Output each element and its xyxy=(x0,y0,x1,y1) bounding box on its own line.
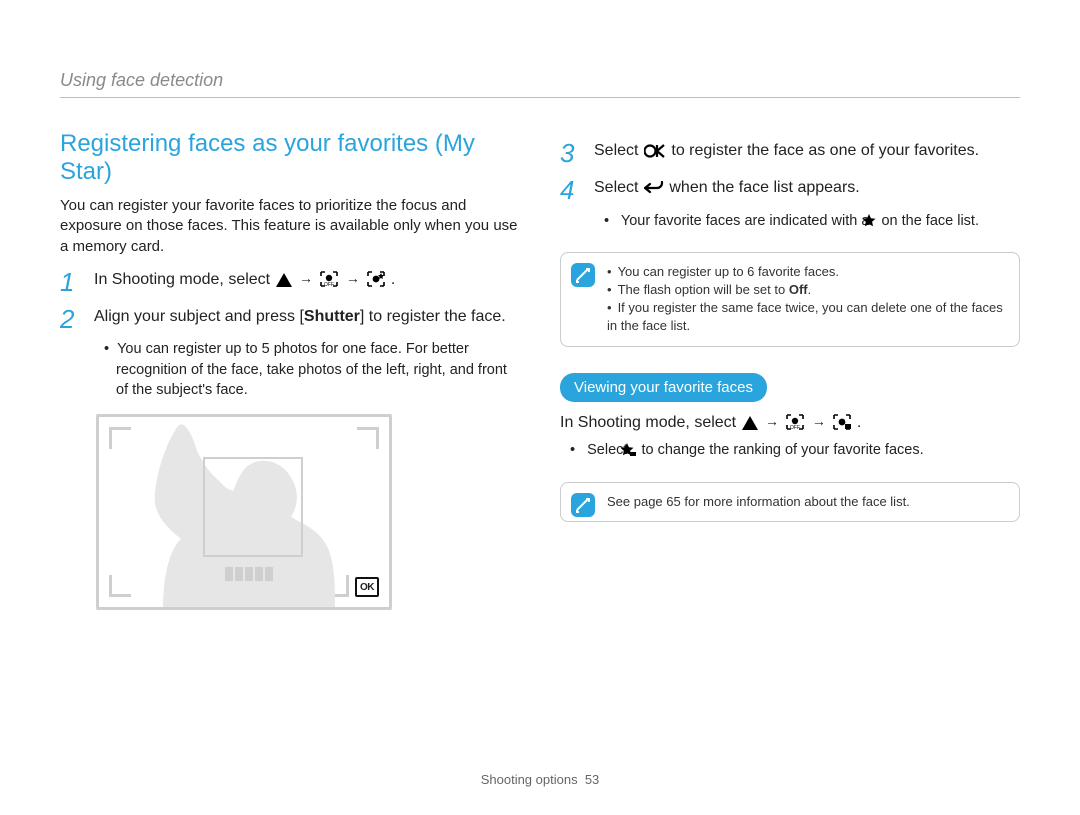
left-column: Registering faces as your favorites (My … xyxy=(60,130,520,610)
shutter-label: Shutter xyxy=(304,308,360,325)
step-2: 2 Align your subject and press [Shutter]… xyxy=(60,306,520,333)
step-body: In Shooting mode, select → OFF → . xyxy=(94,269,395,294)
step-1: 1 In Shooting mode, select → OFF → . xyxy=(60,269,520,296)
note-item: If you register the same face twice, you… xyxy=(607,299,1005,335)
text: In Shooting mode, select xyxy=(94,271,275,288)
note-item: You can register up to 6 favorite faces. xyxy=(607,263,1005,281)
capture-progress xyxy=(225,567,273,581)
step-number: 3 xyxy=(560,140,584,167)
bullet: You can register up to 5 photos for one … xyxy=(60,339,520,400)
text: Select xyxy=(594,142,643,159)
step-number: 1 xyxy=(60,269,84,296)
text: . xyxy=(391,271,395,288)
step-body: Select when the face list appears. xyxy=(594,177,860,202)
arrow-icon: → xyxy=(299,269,313,288)
step-4: 4 Select when the face list appears. xyxy=(560,177,1020,204)
up-triangle-icon xyxy=(276,272,292,294)
text: ] to register the face. xyxy=(360,308,506,325)
star-edit-icon xyxy=(632,443,636,463)
step-body: Align your subject and press [Shutter] t… xyxy=(94,306,506,328)
face-off-icon: OFF xyxy=(320,271,338,294)
arrow-icon: → xyxy=(812,412,826,431)
viewing-line: In Shooting mode, select → OFF → . xyxy=(560,412,1020,437)
svg-text:OFF: OFF xyxy=(324,282,334,287)
text: Your favorite faces are indicated with a xyxy=(621,213,874,229)
note-box: You can register up to 6 favorite faces.… xyxy=(560,252,1020,347)
note-icon xyxy=(571,263,595,287)
breadcrumb: Using face detection xyxy=(60,70,1020,91)
star-icon xyxy=(874,214,876,234)
bullet: Your favorite faces are indicated with a… xyxy=(560,211,1020,234)
illustration: OK xyxy=(96,414,392,610)
text: on the face list. xyxy=(881,213,979,229)
back-icon xyxy=(644,180,664,202)
step-number: 4 xyxy=(560,177,584,204)
text: when the face list appears. xyxy=(669,179,859,196)
face-off-icon: OFF xyxy=(786,414,804,437)
text: Align your subject and press [ xyxy=(94,308,304,325)
footer-page: 53 xyxy=(585,772,599,787)
section-title: Registering faces as your favorites (My … xyxy=(60,130,520,186)
page-footer: Shooting options 53 xyxy=(0,772,1080,787)
subheading-pill: Viewing your favorite faces xyxy=(560,373,767,402)
arrow-icon: → xyxy=(765,412,779,431)
arrow-icon: → xyxy=(346,269,360,288)
text: to change the ranking of your favorite f… xyxy=(641,442,923,458)
right-column: 3 Select to register the face as one of … xyxy=(560,130,1020,610)
note-item: The flash option will be set to Off. xyxy=(607,281,1005,299)
face-detection-box xyxy=(203,457,303,557)
up-triangle-icon xyxy=(742,415,758,437)
step-number: 2 xyxy=(60,306,84,333)
text: to register the face as one of your favo… xyxy=(671,142,979,159)
text: . xyxy=(857,414,861,431)
ok-icon: OK xyxy=(355,577,379,597)
step-body: Select to register the face as one of yo… xyxy=(594,140,979,165)
viewing-bullets: Select to change the ranking of your fav… xyxy=(560,440,1020,463)
step-3: 3 Select to register the face as one of … xyxy=(560,140,1020,167)
svg-text:OFF: OFF xyxy=(790,425,800,430)
face-star-icon xyxy=(367,271,385,294)
step-2-bullets: You can register up to 5 photos for one … xyxy=(60,339,520,400)
footer-section: Shooting options xyxy=(481,772,578,787)
step-4-bullets: Your favorite faces are indicated with a… xyxy=(560,211,1020,234)
note-icon xyxy=(571,493,595,517)
text: In Shooting mode, select xyxy=(560,414,741,431)
note-box: See page 65 for more information about t… xyxy=(560,482,1020,522)
bullet: Select to change the ranking of your fav… xyxy=(560,440,1020,463)
intro-paragraph: You can register your favorite faces to … xyxy=(60,196,520,257)
ok-icon xyxy=(644,143,666,165)
face-list-icon xyxy=(833,414,851,437)
text: Select xyxy=(594,179,643,196)
divider xyxy=(60,97,1020,98)
note-text: See page 65 for more information about t… xyxy=(607,494,910,509)
